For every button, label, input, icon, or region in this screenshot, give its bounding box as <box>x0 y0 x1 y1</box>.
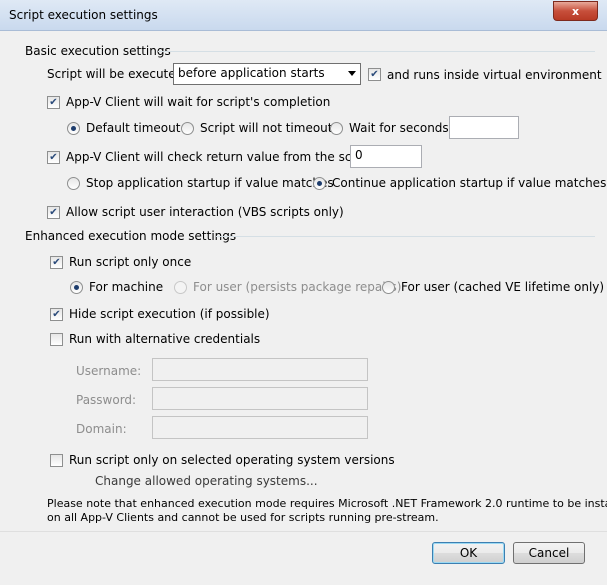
password-input[interactable] <box>152 387 368 410</box>
for-user-persist-label: For user (persists package repairs) <box>193 280 402 294</box>
radio-dot <box>317 181 322 186</box>
os-versions-label: Run script only on selected operating sy… <box>69 453 395 467</box>
timeout-wait-radio[interactable] <box>330 122 343 135</box>
timeout-seconds-input[interactable] <box>449 116 519 139</box>
alt-credentials-checkbox[interactable] <box>50 333 63 346</box>
change-os-link[interactable]: Change allowed operating systems... <box>95 474 318 488</box>
os-versions-checkbox[interactable] <box>50 454 63 467</box>
stop-startup-label: Stop application startup if value matche… <box>86 176 334 190</box>
timeout-none-radio[interactable] <box>181 122 194 135</box>
return-value-input[interactable]: 0 <box>350 145 422 168</box>
run-once-checkbox[interactable]: ✔ <box>50 256 63 269</box>
timeout-default-radio[interactable] <box>67 122 80 135</box>
timeout-none-label: Script will not timeout <box>200 121 333 135</box>
continue-startup-label: Continue application startup if value ma… <box>332 176 607 190</box>
interaction-label: Allow script user interaction (VBS scrip… <box>66 205 344 219</box>
for-machine-label: For machine <box>89 280 164 294</box>
continue-startup-radio[interactable] <box>313 177 326 190</box>
stop-startup-radio[interactable] <box>67 177 80 190</box>
virtual-env-checkbox[interactable]: ✔ <box>368 68 381 81</box>
check-icon: ✔ <box>370 68 379 80</box>
check-icon: ✔ <box>49 96 58 108</box>
close-icon: x <box>571 4 580 18</box>
timeout-wait-label: Wait for seconds: <box>349 121 453 135</box>
for-user-cached-radio[interactable] <box>382 281 395 294</box>
wait-label: App-V Client will wait for script's comp… <box>66 95 331 109</box>
executed-select[interactable]: before application starts <box>173 63 361 85</box>
button-bar: OK Cancel <box>0 531 607 585</box>
executed-label: Script will be executed <box>47 67 184 81</box>
radio-dot <box>74 285 79 290</box>
alt-credentials-label: Run with alternative credentials <box>69 332 261 346</box>
check-icon: ✔ <box>49 151 58 163</box>
wait-checkbox[interactable]: ✔ <box>47 96 60 109</box>
window-title: Script execution settings <box>9 8 158 22</box>
virtual-env-label: and runs inside virtual environment <box>387 68 602 82</box>
for-user-persist-radio[interactable] <box>174 281 187 294</box>
basic-settings-heading: Basic execution settings <box>25 44 171 58</box>
for-machine-radio[interactable] <box>70 281 83 294</box>
basic-settings-divider <box>158 51 595 52</box>
executed-select-value: before application starts <box>178 66 325 80</box>
chevron-down-icon <box>348 71 356 76</box>
ok-button[interactable]: OK <box>432 542 505 564</box>
check-return-checkbox[interactable]: ✔ <box>47 151 60 164</box>
check-return-label: App-V Client will check return value fro… <box>66 150 377 164</box>
check-icon: ✔ <box>52 308 61 320</box>
interaction-checkbox[interactable]: ✔ <box>47 206 60 219</box>
title-bar: Script execution settings x <box>0 0 607 31</box>
hide-execution-checkbox[interactable]: ✔ <box>50 308 63 321</box>
run-once-label: Run script only once <box>69 255 192 269</box>
enhanced-settings-heading: Enhanced execution mode settings <box>25 229 237 243</box>
password-label: Password: <box>76 393 137 407</box>
enhanced-settings-divider <box>216 236 595 237</box>
check-icon: ✔ <box>49 206 58 218</box>
for-user-cached-label: For user (cached VE lifetime only) <box>401 280 605 294</box>
timeout-default-label: Default timeout <box>86 121 181 135</box>
username-label: Username: <box>76 364 142 378</box>
domain-input[interactable] <box>152 416 368 439</box>
radio-dot <box>71 126 76 131</box>
close-button[interactable]: x <box>553 1 598 21</box>
note-line-1: Please note that enhanced execution mode… <box>47 497 607 510</box>
domain-label: Domain: <box>76 422 127 436</box>
check-icon: ✔ <box>52 256 61 268</box>
note-line-2: on all App-V Clients and cannot be used … <box>47 511 439 524</box>
hide-execution-label: Hide script execution (if possible) <box>69 307 270 321</box>
username-input[interactable] <box>152 358 368 381</box>
cancel-button[interactable]: Cancel <box>513 542 585 564</box>
